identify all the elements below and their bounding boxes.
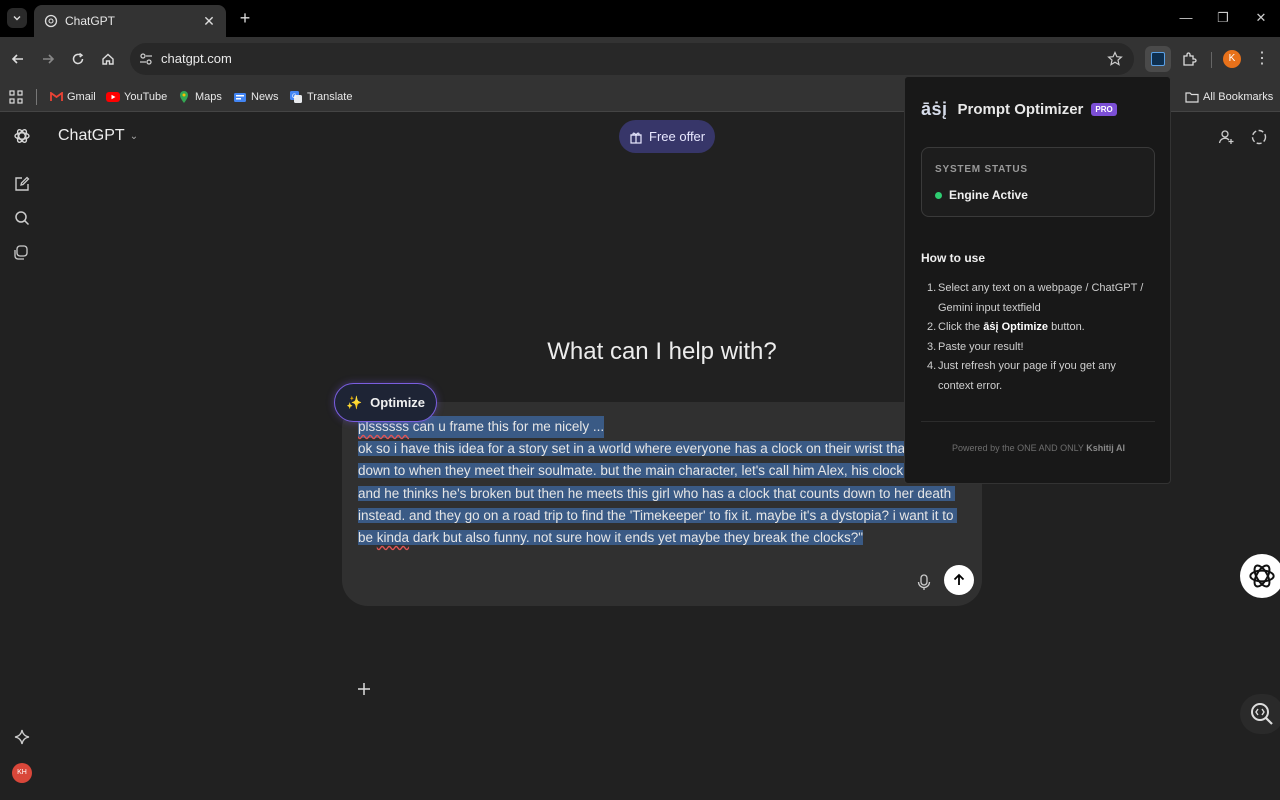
maps-icon (177, 90, 191, 104)
browser-menu-icon[interactable]: ⋮ (1254, 48, 1270, 70)
sidebar-rail: KH (0, 112, 44, 800)
bookmark-label: Maps (195, 91, 222, 103)
bookmark-label: YouTube (124, 91, 168, 103)
bookmark-youtube[interactable]: YouTube (106, 87, 167, 107)
arrow-up-icon (952, 573, 966, 587)
minimize-button[interactable]: — (1177, 9, 1195, 27)
bookmark-news[interactable]: News (233, 87, 279, 107)
translate-icon: G (289, 90, 303, 104)
bookmark-star-icon[interactable] (1106, 50, 1124, 68)
model-name: ChatGPT (58, 127, 125, 144)
close-window-button[interactable]: ✕ (1252, 9, 1270, 27)
all-bookmarks-button[interactable]: All Bookmarks (1185, 87, 1273, 107)
extensions-button[interactable] (1176, 46, 1202, 72)
maximize-button[interactable]: ❐ (1214, 9, 1232, 27)
new-tab-button[interactable]: + (236, 9, 254, 27)
chevron-down-icon (12, 13, 22, 23)
news-icon (233, 90, 247, 104)
status-dot (935, 191, 942, 199)
bookmark-label: Translate (307, 91, 353, 103)
tab-strip: ChatGPT ✕ + — ❐ ✕ (0, 0, 1280, 37)
bookmark-maps[interactable]: Maps (177, 87, 222, 107)
optimize-label: Optimize (370, 395, 426, 410)
howto-step: 1. Select any text on a webpage / ChatGPT… (927, 282, 1144, 314)
chevron-down-icon: ⌄ (129, 130, 139, 142)
search-code-icon (1249, 701, 1275, 727)
bookmark-translate[interactable]: G Translate (289, 87, 352, 107)
search-icon[interactable] (13, 209, 31, 227)
back-button[interactable] (8, 49, 28, 69)
address-bar[interactable]: chatgpt.com (130, 43, 1134, 75)
site-info-icon[interactable] (138, 51, 154, 67)
home-button[interactable] (98, 49, 118, 69)
popup-header: āṡį Prompt Optimizer PRO (921, 99, 1117, 120)
prompt-input[interactable]: plssssss can u frame this for me nicely … (358, 416, 966, 549)
howto-step: 3. Paste your result! (927, 340, 1024, 353)
optimize-button[interactable]: ✨ Optimize (334, 383, 437, 422)
apps-grid-icon (9, 90, 23, 104)
status-value: Engine Active (935, 188, 1028, 202)
url-text: chatgpt.com (161, 51, 232, 66)
gift-icon (629, 130, 643, 144)
popup-footer: Powered by the ONE AND ONLY Kshitij AI (952, 443, 1125, 453)
sparkle-icon: ✨ (345, 394, 363, 410)
howto-steps: 1. Select any text on a webpage / ChatGPT… (927, 279, 1152, 396)
prompt-optimizer-extension-button[interactable] (1145, 46, 1171, 72)
sparkle-icon[interactable] (13, 728, 31, 746)
tab-search-button[interactable] (7, 8, 27, 28)
tab-close-icon[interactable]: ✕ (202, 14, 216, 28)
svg-text:G: G (292, 94, 297, 100)
openai-logo-icon (1247, 561, 1277, 591)
new-chat-icon[interactable] (13, 175, 31, 193)
add-person-icon[interactable] (1217, 128, 1235, 146)
youtube-icon (106, 90, 120, 104)
status-text: Engine Active (949, 188, 1028, 202)
microphone-icon[interactable] (916, 573, 932, 591)
toolbar-divider (1211, 52, 1212, 68)
prompt-optimizer-popup: āṡį Prompt Optimizer PRO SYSTEM STATUS E… (904, 76, 1171, 484)
popup-title: Prompt Optimizer (957, 101, 1084, 118)
model-picker[interactable]: ChatGPT ⌄ (58, 127, 138, 145)
floating-search-button[interactable] (1240, 694, 1280, 734)
temporary-chat-icon[interactable] (1250, 128, 1268, 146)
user-avatar[interactable]: KH (12, 763, 32, 783)
misspelled-word: kinda (376, 530, 410, 546)
howto-title: How to use (921, 251, 986, 265)
forward-button[interactable] (38, 49, 58, 69)
system-status-card: SYSTEM STATUS Engine Active (921, 147, 1155, 217)
puzzle-icon (1181, 51, 1197, 67)
send-button[interactable] (944, 565, 974, 595)
bookmarks-separator (36, 89, 37, 105)
howto-step: 4. Just refresh your page if you get any … (927, 360, 1116, 392)
all-bookmarks-label: All Bookmarks (1203, 91, 1274, 103)
reload-button[interactable] (68, 49, 88, 69)
prompt-line-1: can u frame this for me nicely ... (409, 419, 605, 434)
popup-divider (921, 421, 1155, 422)
tab-title: ChatGPT (65, 14, 116, 28)
free-offer-label: Free offer (649, 129, 706, 144)
floating-openai-button[interactable] (1240, 554, 1280, 598)
free-offer-button[interactable]: Free offer (619, 120, 716, 153)
apps-button[interactable] (9, 87, 23, 107)
browser-toolbar: chatgpt.com K ⋮ (0, 37, 1280, 81)
bookmark-label: Gmail (67, 91, 96, 103)
openai-icon (44, 14, 58, 28)
folder-icon (1185, 90, 1199, 104)
prompt-composer[interactable]: plssssss can u frame this for me nicely … (342, 402, 982, 695)
prompt-optimizer-icon (1151, 52, 1165, 66)
bookmark-gmail[interactable]: Gmail (49, 87, 96, 107)
openai-logo-icon[interactable] (13, 127, 31, 145)
profile-avatar[interactable]: K (1223, 50, 1241, 68)
howto-step: 2. Click the āṡį Optimize button. (927, 321, 1085, 333)
library-icon[interactable] (13, 243, 31, 261)
status-label: SYSTEM STATUS (935, 164, 1028, 175)
attach-button[interactable] (356, 681, 374, 699)
pro-badge: PRO (1091, 103, 1117, 116)
tab-chatgpt[interactable]: ChatGPT ✕ (34, 5, 226, 37)
bookmark-label: News (251, 91, 279, 103)
prompt-body-end: dark but also funny. not sure how it end… (409, 530, 864, 546)
popup-logo: āṡį (921, 99, 948, 119)
gmail-icon (49, 90, 63, 104)
